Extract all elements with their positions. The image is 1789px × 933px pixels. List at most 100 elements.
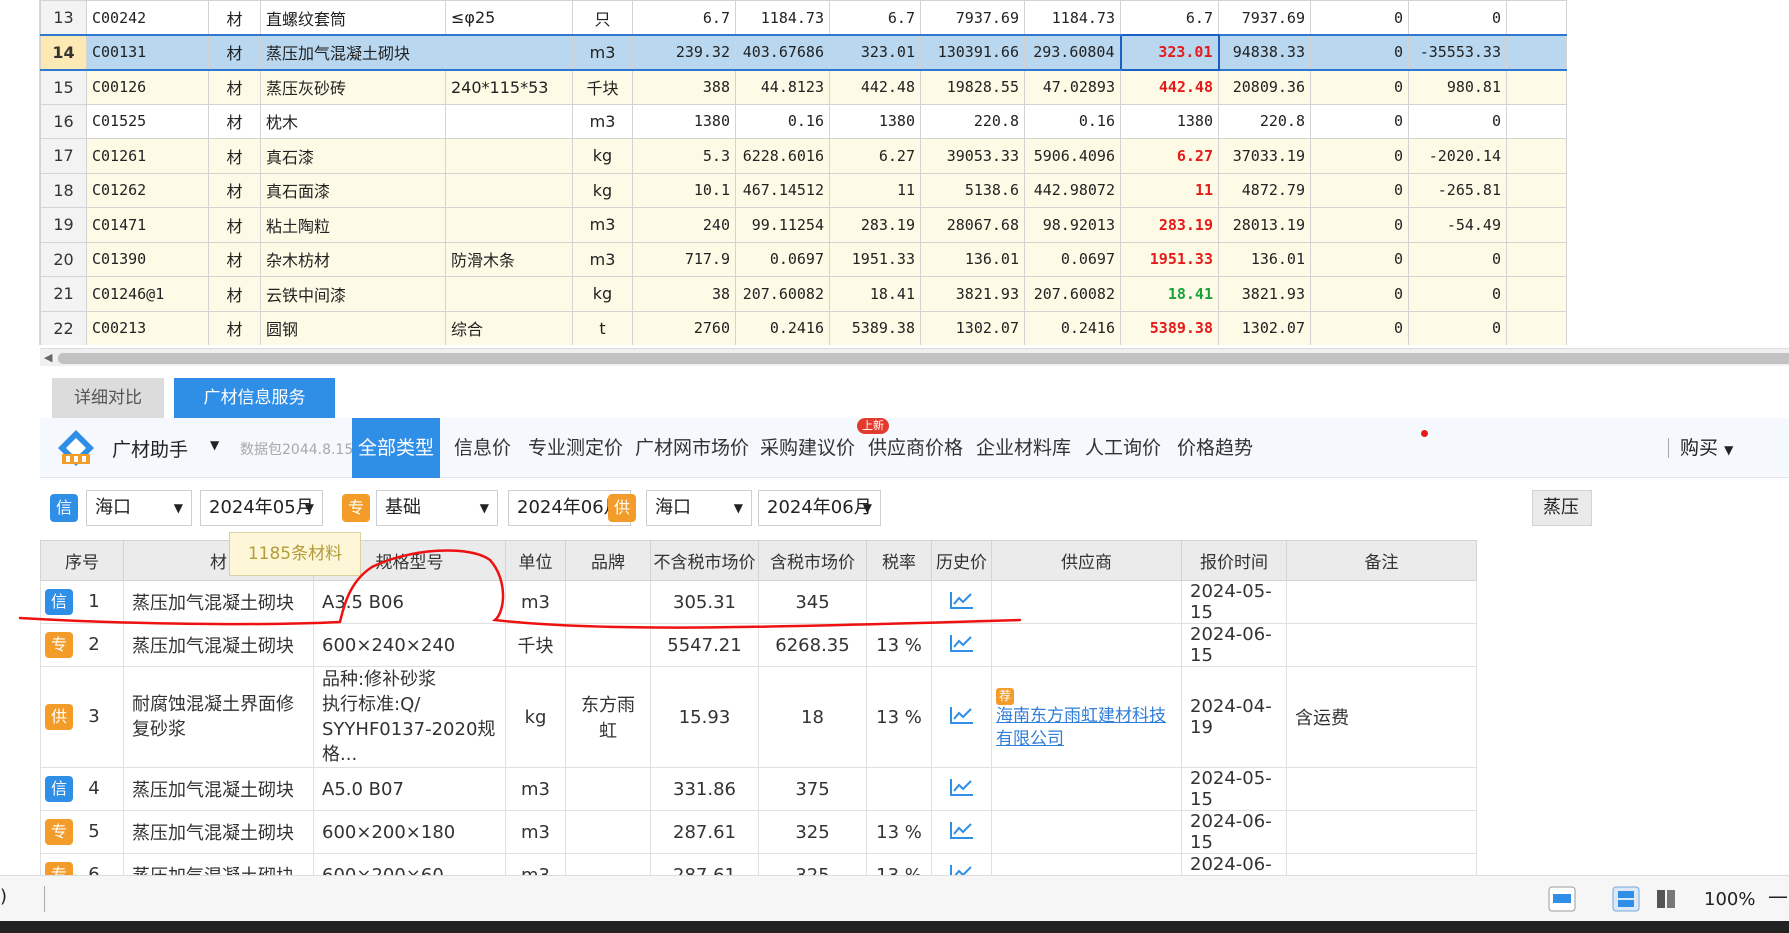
grid-cell-c4[interactable]: 136.01 [920, 241, 1025, 277]
grid-row[interactable]: 16 C01525 材枕木 m3 1380 0.16 1380 220.8 0.16 1380 22… [40, 103, 1567, 139]
grid-cell-c4[interactable]: 7937.69 [920, 0, 1025, 36]
tax-rate-cell[interactable]: 13 % [866, 623, 932, 667]
price-in-tax-cell[interactable]: 345 [758, 580, 867, 624]
grid-cell-num[interactable]: 13 [40, 0, 87, 36]
brand-cell[interactable]: 东方雨虹 [565, 666, 651, 768]
material-name-cell[interactable]: 耐腐蚀混凝土界面修复砂浆 [123, 666, 314, 768]
price-ex-tax-cell[interactable]: 287.61 [650, 853, 759, 875]
grid-cell-type[interactable]: 材 [208, 276, 261, 312]
price-in-tax-cell[interactable]: 18 [758, 666, 867, 768]
grid-cell-c9[interactable]: 0 [1408, 241, 1507, 277]
grid-cell-c7[interactable]: 1302.07 [1218, 310, 1311, 345]
grid-cell-c6[interactable]: 18.41 [1120, 276, 1219, 312]
base-select[interactable]: 基础 ▼ [376, 490, 498, 526]
grid-cell-c1[interactable]: 717.9 [632, 241, 736, 277]
grid-cell-name[interactable]: 真石面漆 [260, 172, 446, 208]
supplier-cell[interactable] [991, 580, 1182, 624]
nav-all-types[interactable]: 全部类型 [352, 418, 440, 478]
note-cell[interactable] [1286, 810, 1477, 854]
supplier-cell[interactable] [991, 767, 1182, 811]
grid-cell-name[interactable]: 云铁中间漆 [260, 276, 446, 312]
assistant-label[interactable]: 广材助手 [112, 435, 188, 462]
grid-cell-c4[interactable]: 5138.6 [920, 172, 1025, 208]
grid-cell-extra[interactable] [1506, 310, 1567, 345]
layout-columns-icon[interactable] [1652, 886, 1680, 912]
material-name-cell[interactable]: 蒸压加气混凝土砌块 [123, 853, 314, 875]
grid-cell-spec[interactable] [445, 276, 573, 312]
spec-cell[interactable]: A3.5 B06 [313, 580, 506, 624]
grid-cell-code[interactable]: C00126 [86, 69, 209, 105]
layout-horizontal-icon[interactable] [1548, 886, 1576, 912]
grid-cell-type[interactable]: 材 [208, 310, 261, 345]
history-price-cell[interactable] [931, 623, 992, 667]
grid-cell-extra[interactable] [1506, 138, 1567, 174]
column-header[interactable]: 序号 [40, 540, 124, 581]
grid-cell-c8[interactable]: 0 [1310, 241, 1409, 277]
grid-cell-name[interactable]: 杂木枋材 [260, 241, 446, 277]
grid-cell-c1[interactable]: 5.3 [632, 138, 736, 174]
column-header[interactable]: 不含税市场价 [650, 540, 759, 581]
grid-cell-spec[interactable] [445, 172, 573, 208]
brand-cell[interactable] [565, 580, 651, 624]
month-select-1[interactable]: 2024年05月 ▼ [200, 490, 323, 526]
column-header[interactable]: 备注 [1286, 540, 1477, 581]
supplier-cell[interactable] [991, 853, 1182, 875]
grid-cell-c1[interactable]: 10.1 [632, 172, 736, 208]
quote-date-cell[interactable]: 2024-06-15 [1181, 810, 1287, 854]
grid-cell-name[interactable]: 枕木 [260, 103, 446, 139]
grid-cell-unit[interactable]: kg [572, 138, 633, 174]
grid-cell-c3[interactable]: 283.19 [829, 207, 921, 243]
price-in-tax-cell[interactable]: 325 [758, 853, 867, 875]
grid-cell-c6[interactable]: 442.48 [1120, 69, 1219, 105]
grid-cell-c4[interactable]: 220.8 [920, 103, 1025, 139]
grid-cell-type[interactable]: 材 [208, 207, 261, 243]
grid-cell-spec[interactable] [445, 138, 573, 174]
grid-cell-extra[interactable] [1506, 207, 1567, 243]
supplier-cell[interactable] [991, 810, 1182, 854]
grid-cell-c8[interactable]: 0 [1310, 138, 1409, 174]
tax-rate-cell[interactable]: 13 % [866, 666, 932, 768]
grid-cell-code[interactable]: C01471 [86, 207, 209, 243]
tax-rate-cell[interactable]: 13 % [866, 810, 932, 854]
tax-rate-cell[interactable] [866, 580, 932, 624]
grid-cell-c9[interactable]: -265.81 [1408, 172, 1507, 208]
grid-cell-num[interactable]: 16 [40, 103, 87, 139]
grid-cell-c7[interactable]: 7937.69 [1218, 0, 1311, 36]
grid-cell-extra[interactable] [1506, 276, 1567, 312]
grid-row[interactable]: 17 C01261 材真石漆 kg 5.3 6228.6016 6.27 39053.33 59… [40, 138, 1567, 174]
grid-cell-c2[interactable]: 0.0697 [735, 241, 830, 277]
column-header[interactable]: 含税市场价 [758, 540, 867, 581]
grid-cell-c2[interactable]: 0.16 [735, 103, 830, 139]
region-select-2[interactable]: 海口 ▼ [646, 490, 752, 526]
grid-cell-c5[interactable]: 0.2416 [1024, 310, 1121, 345]
nav-market-price[interactable]: 广材网市场价 [635, 418, 749, 478]
nav-purchase-price[interactable]: 采购建议价 [760, 418, 855, 478]
zoom-level[interactable]: 100% [1704, 889, 1755, 910]
quote-date-cell[interactable]: 2024-06-15 [1181, 853, 1287, 875]
grid-cell-c3[interactable]: 442.48 [829, 69, 921, 105]
history-price-cell[interactable] [931, 767, 992, 811]
price-ex-tax-cell[interactable]: 15.93 [650, 666, 759, 768]
price-in-tax-cell[interactable]: 325 [758, 810, 867, 854]
result-row[interactable]: 信 1 蒸压加气混凝土砌块 A3.5 B06 m3 305.31 345 2024-05-15 [40, 580, 1477, 624]
grid-cell-c8[interactable]: 0 [1310, 34, 1409, 71]
note-cell[interactable] [1286, 580, 1477, 624]
grid-cell-c1[interactable]: 6.7 [632, 0, 736, 36]
note-cell[interactable] [1286, 623, 1477, 667]
grid-cell-name[interactable]: 蒸压灰砂砖 [260, 69, 446, 105]
unit-cell[interactable]: m3 [505, 580, 566, 624]
grid-cell-c3[interactable]: 18.41 [829, 276, 921, 312]
layout-stacked-icon[interactable] [1612, 886, 1640, 912]
grid-cell-c9[interactable]: 0 [1408, 0, 1507, 36]
region-select-1[interactable]: 海口 ▼ [86, 490, 192, 526]
grid-cell-unit[interactable]: kg [572, 172, 633, 208]
chevron-down-icon[interactable]: ▼ [210, 438, 219, 452]
grid-cell-c6[interactable]: 1380 [1120, 103, 1219, 139]
grid-cell-c6[interactable]: 11 [1120, 172, 1219, 208]
quote-date-cell[interactable]: 2024-06-15 [1181, 623, 1287, 667]
result-row[interactable]: 专6蒸压加气混凝土砌块600×200×60m3287.6132513 %2024… [40, 853, 1477, 875]
grid-row[interactable]: 19 C01471 材粘土陶粒 m3 240 99.11254 283.19 28067.68… [40, 207, 1567, 243]
material-name-cell[interactable]: 蒸压加气混凝土砌块 [123, 623, 314, 667]
grid-cell-type[interactable]: 材 [208, 0, 261, 36]
grid-cell-c4[interactable]: 130391.66 [920, 34, 1025, 71]
